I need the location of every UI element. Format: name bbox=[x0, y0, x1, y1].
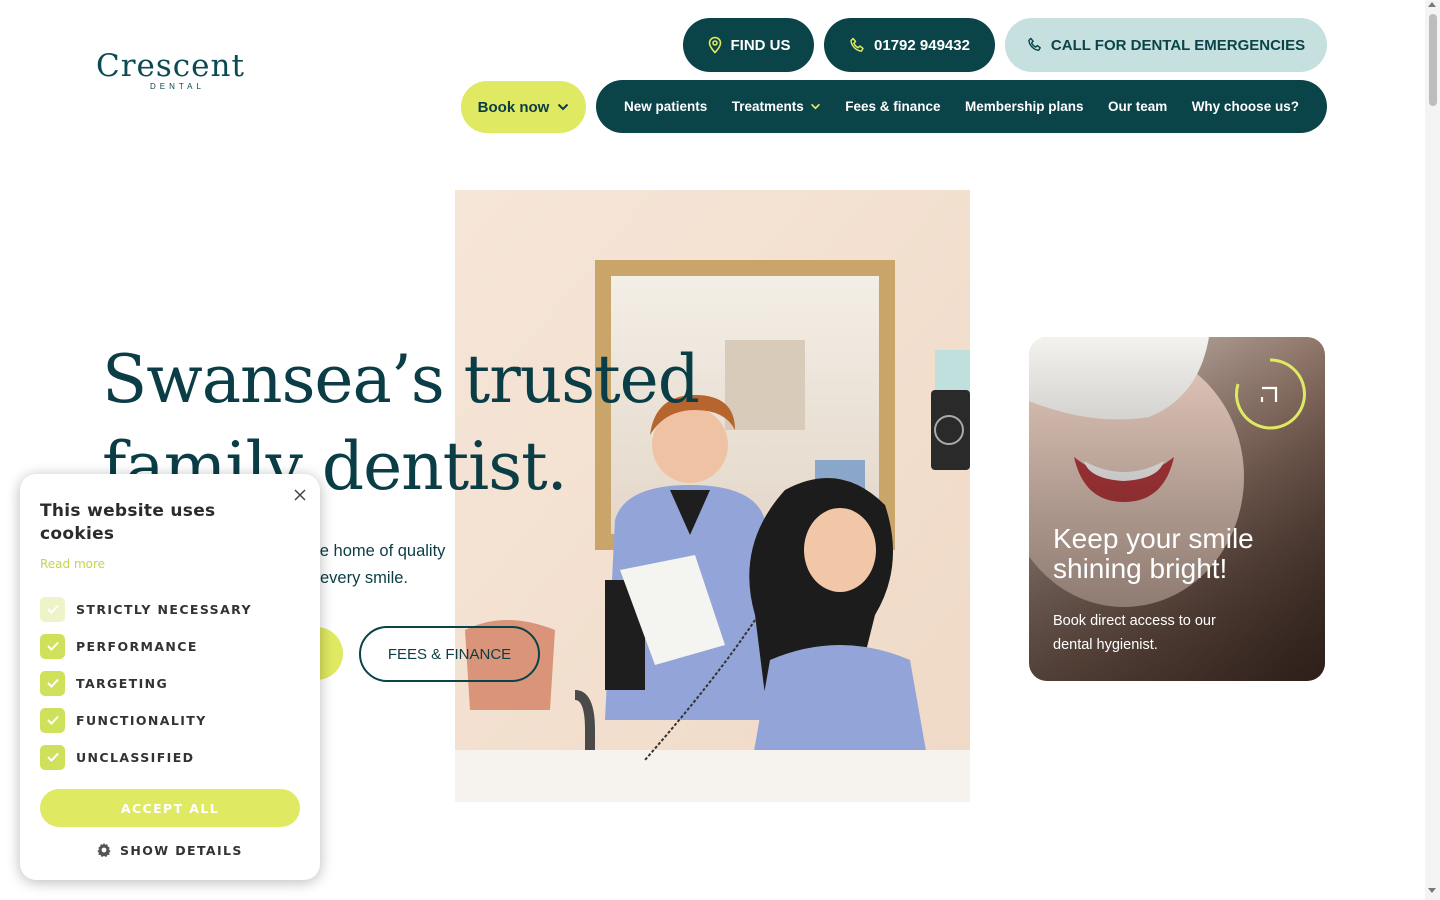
check-icon bbox=[46, 604, 59, 614]
nav-item-new-patients[interactable]: New patients bbox=[624, 99, 707, 114]
cookie-option-label: PERFORMANCE bbox=[76, 638, 198, 654]
promo-text: Book direct access to our dental hygieni… bbox=[1053, 613, 1216, 653]
scrollbar-track[interactable] bbox=[1425, 0, 1440, 900]
find-us-label: FIND US bbox=[730, 36, 791, 54]
cookie-consent-dialog: This website uses cookies Read more STRI… bbox=[20, 474, 320, 880]
gear-icon bbox=[97, 843, 111, 857]
checkbox[interactable] bbox=[40, 670, 65, 696]
hero-title-line1: Swansea’s trusted bbox=[102, 341, 700, 418]
cookie-option-performance[interactable]: PERFORMANCE bbox=[40, 633, 198, 659]
check-icon bbox=[46, 678, 59, 688]
crescent-dental-logo[interactable]: Crescent DENTAL bbox=[96, 48, 266, 100]
phone-button[interactable]: 01792 949432 bbox=[824, 18, 995, 72]
logo-wordmark: Crescent bbox=[96, 48, 245, 84]
nav-item-membership-plans[interactable]: Membership plans bbox=[965, 99, 1084, 114]
scrollbar-thumb[interactable] bbox=[1429, 14, 1437, 106]
hygienist-promo-card[interactable]: Keep your smile shining bright! Book dir… bbox=[1029, 337, 1325, 681]
accept-all-button[interactable]: ACCEPT ALL bbox=[40, 789, 300, 827]
cookie-option-label: TARGETING bbox=[76, 675, 169, 691]
dental-emergencies-button[interactable]: CALL FOR DENTAL EMERGENCIES bbox=[1005, 18, 1327, 72]
phone-icon bbox=[1028, 37, 1041, 51]
cookie-option-label: UNCLASSIFIED bbox=[76, 749, 195, 765]
cookie-title: This website uses cookies bbox=[40, 501, 216, 544]
close-icon[interactable] bbox=[291, 486, 309, 504]
book-now-label: Book now bbox=[477, 98, 550, 116]
read-more-link[interactable]: Read more bbox=[40, 557, 105, 571]
cookie-option-label: STRICTLY NECESSARY bbox=[76, 601, 252, 617]
dental-emergencies-label: CALL FOR DENTAL EMERGENCIES bbox=[1050, 36, 1306, 54]
show-details-label: SHOW DETAILS bbox=[120, 842, 243, 858]
phone-icon bbox=[850, 37, 864, 52]
check-icon bbox=[46, 641, 59, 651]
checkbox[interactable] bbox=[40, 707, 65, 733]
check-icon bbox=[46, 752, 59, 762]
nav-item-our-team[interactable]: Our team bbox=[1108, 99, 1167, 114]
phone-number: 01792 949432 bbox=[874, 36, 970, 54]
find-us-button[interactable]: FIND US bbox=[683, 18, 814, 72]
cookie-option-targeting[interactable]: TARGETING bbox=[40, 670, 168, 696]
cookie-option-strictly-necessary[interactable]: STRICTLY NECESSARY bbox=[40, 596, 252, 622]
nav-item-treatments-label: Treatments bbox=[731, 99, 804, 114]
show-details-button[interactable]: SHOW DETAILS bbox=[96, 842, 243, 858]
checkbox[interactable] bbox=[40, 744, 65, 770]
chevron-down-icon bbox=[558, 103, 569, 111]
nav-item-treatments[interactable]: Treatments bbox=[732, 99, 821, 114]
checkbox[interactable] bbox=[40, 633, 65, 659]
fees-finance-button[interactable]: FEES & FINANCE bbox=[359, 626, 540, 682]
scroll-up-icon[interactable] bbox=[1428, 2, 1436, 7]
chevron-down-icon bbox=[810, 103, 820, 110]
arrow-link-icon[interactable] bbox=[1232, 356, 1308, 432]
checkbox[interactable] bbox=[40, 596, 65, 622]
check-icon bbox=[46, 715, 59, 725]
main-navigation: New patients Treatments Fees & finance M… bbox=[596, 80, 1327, 133]
nav-item-fees-finance[interactable]: Fees & finance bbox=[845, 99, 940, 114]
book-now-button[interactable]: Book now bbox=[461, 81, 586, 133]
cookie-option-label: FUNCTIONALITY bbox=[76, 712, 207, 728]
cookie-option-unclassified[interactable]: UNCLASSIFIED bbox=[40, 744, 194, 770]
promo-title: Keep your smile shining bright! bbox=[1053, 523, 1254, 584]
nav-item-why-choose-us[interactable]: Why choose us? bbox=[1192, 99, 1299, 114]
logo-subtitle: DENTAL bbox=[150, 82, 205, 91]
map-pin-icon bbox=[708, 36, 721, 54]
scroll-down-icon[interactable] bbox=[1428, 888, 1436, 893]
cookie-option-functionality[interactable]: FUNCTIONALITY bbox=[40, 707, 207, 733]
